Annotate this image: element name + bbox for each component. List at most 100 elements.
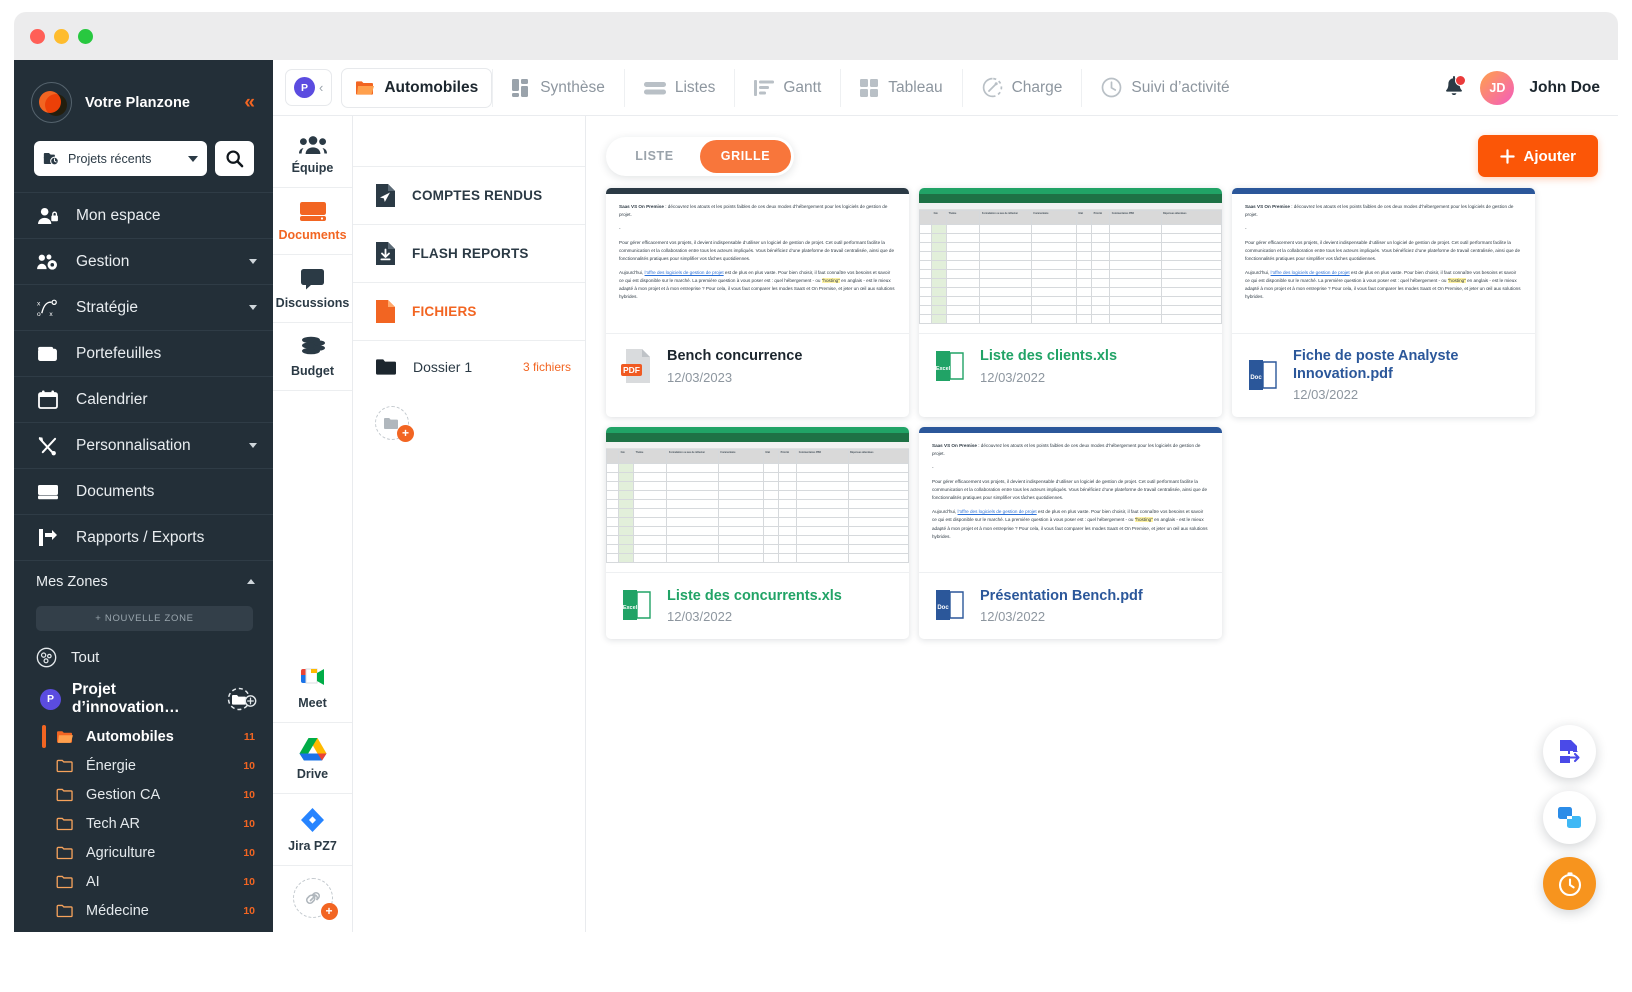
minimize-window-button[interactable] <box>54 28 69 44</box>
preview-dash: - <box>619 226 621 232</box>
new-zone-button[interactable]: + NOUVELLE ZONE <box>36 606 253 631</box>
folder-count: 10 <box>243 846 255 859</box>
folder-count: 10 <box>243 904 255 917</box>
tab-label: Charge <box>1011 78 1063 96</box>
close-window-button[interactable] <box>30 28 45 44</box>
tab-gantt[interactable]: Gantt <box>734 68 840 107</box>
search-button[interactable] <box>215 141 254 176</box>
fab-copy-layers[interactable] <box>1543 791 1596 844</box>
project-selector-chip[interactable]: P ‹ <box>285 69 333 106</box>
recent-projects-select[interactable]: Projets récents <box>34 141 207 176</box>
doc-section-flash-reports[interactable]: FLASH REPORTS <box>353 224 585 282</box>
files-grid: Saas VS On Premise : découvrez les atout… <box>606 188 1598 640</box>
file-card[interactable]: Saas VS On Premise : découvrez les atout… <box>919 427 1222 640</box>
preview-line1-bold: Saas VS On Premise <box>932 443 977 449</box>
rail-item-budget[interactable]: Budget <box>273 323 352 391</box>
rail-app-jira[interactable]: Jira PZ7 <box>273 794 352 866</box>
add-app-button[interactable]: + <box>292 878 338 920</box>
avatar[interactable]: JD <box>1480 70 1515 105</box>
folder-item-tech-ar[interactable]: Tech AR 10 <box>14 809 273 838</box>
zone-item-tout[interactable]: Tout <box>14 639 273 676</box>
file-date: 12/03/2022 <box>667 608 733 624</box>
file-date: 12/03/2022 <box>1293 387 1359 403</box>
sidebar-item-rapports-exports[interactable]: Rapports / Exports <box>14 514 273 560</box>
folder-icon <box>56 904 73 918</box>
mes-zones-header[interactable]: Mes Zones <box>14 560 273 602</box>
clock-icon <box>1102 77 1122 98</box>
add-file-label: Ajouter <box>1523 147 1577 165</box>
sidebar-item-strategie[interactable]: x o x Stratégie <box>14 284 273 330</box>
view-toggle-liste[interactable]: LISTE <box>609 140 700 173</box>
file-meta: Doc Présentation Bench.pdf 12/03/2022 <box>919 573 1222 639</box>
fab-timer[interactable] <box>1543 857 1596 910</box>
doc-folder-dossier-1[interactable]: Dossier 1 3 fichiers <box>353 340 585 392</box>
file-thumbnail: Cat. Thème Formulation ou axe de réflexion… <box>606 433 909 574</box>
sidebar-search-row: Projets récents <box>14 141 273 176</box>
file-info: Liste des concurrents.xls 12/03/2022 <box>667 587 842 624</box>
add-folder-button[interactable]: + <box>375 406 414 442</box>
maximize-window-button[interactable] <box>78 28 93 44</box>
folder-item-automobiles[interactable]: Automobiles 11 <box>14 722 273 751</box>
doc-section-comptes-rendus[interactable]: COMPTES RENDUS <box>353 166 585 224</box>
user-name[interactable]: John Doe <box>1529 79 1600 97</box>
rail-app-meet[interactable]: Meet <box>273 651 352 723</box>
view-toggle-grille[interactable]: GRILLE <box>700 139 791 173</box>
content-row: Équipe Documents Discussions Budget Meet… <box>273 116 1618 932</box>
tab-tableau[interactable]: Tableau <box>840 68 961 107</box>
sidebar-collapse-icon[interactable]: « <box>244 93 257 112</box>
file-info: Liste des clients.xls 12/03/2022 <box>980 347 1117 384</box>
notifications-button[interactable] <box>1443 74 1467 100</box>
sidebar-item-mon-espace[interactable]: Mon espace <box>14 192 273 238</box>
folder-item-gestion-ca[interactable]: Gestion CA 10 <box>14 780 273 809</box>
sidebar-item-portefeuilles[interactable]: Portefeuilles <box>14 330 273 376</box>
zone-project-innovation[interactable]: P Projet d’innovation… <box>14 676 273 722</box>
folder-plus-icon[interactable] <box>225 686 259 712</box>
tab-charge[interactable]: Charge <box>961 68 1082 107</box>
folder-item-construction[interactable]: Construction 10 <box>14 925 273 933</box>
doc-section-fichiers[interactable]: FICHIERS <box>353 282 585 340</box>
recent-projects-value: Projets récents <box>68 151 152 166</box>
file-card[interactable]: Cat. Thème Formulation ou axe de réflexion… <box>919 188 1222 418</box>
file-name: Fiche de poste Analyste Innovation.pdf <box>1293 348 1459 383</box>
folder-item-medecine[interactable]: Médecine 10 <box>14 896 273 925</box>
rail-item-discussions[interactable]: Discussions <box>273 255 352 323</box>
sidebar-item-calendrier[interactable]: Calendrier <box>14 376 273 422</box>
sidebar-item-personnalisation[interactable]: Personnalisation <box>14 422 273 468</box>
tab-listes[interactable]: Listes <box>623 68 735 107</box>
rail-app-drive[interactable]: Drive <box>273 723 352 794</box>
folder-item-agriculture[interactable]: Agriculture 10 <box>14 838 273 867</box>
tab-synthese[interactable]: Synthèse <box>492 68 624 107</box>
folder-item-ai[interactable]: AI 10 <box>14 867 273 896</box>
fab-document-export[interactable] <box>1543 725 1596 778</box>
coins-icon <box>302 336 325 355</box>
preview-para3a: Aujourd’hui, <box>619 270 645 276</box>
folder-icon <box>56 788 73 802</box>
rail-item-documents[interactable]: Documents <box>273 188 352 255</box>
grid-icon <box>860 78 879 97</box>
sheet-grid: Cat. Thème Formulation ou axe de réflexion… <box>919 210 1222 324</box>
folder-item-energie[interactable]: Énergie 10 <box>14 751 273 780</box>
tab-suivi-activite[interactable]: Suivi d’activité <box>1081 68 1248 107</box>
chevron-up-icon <box>247 579 255 584</box>
tools-icon <box>36 436 59 456</box>
search-icon <box>226 150 244 168</box>
project-badge: P <box>40 688 61 710</box>
module-rail: Équipe Documents Discussions Budget Meet… <box>273 116 353 932</box>
file-card[interactable]: Cat. Thème Formulation ou axe de réflexion… <box>606 427 909 640</box>
file-card[interactable]: Saas VS On Premise : découvrez les atout… <box>1232 188 1535 418</box>
sidebar-item-documents[interactable]: Documents <box>14 468 273 514</box>
add-badge: + <box>320 903 338 920</box>
file-card[interactable]: Saas VS On Premise : découvrez les atout… <box>606 188 909 418</box>
tab-automobiles[interactable]: Automobiles <box>341 67 493 108</box>
file-name: Liste des clients.xls <box>980 348 1118 365</box>
tab-label: Listes <box>674 78 716 96</box>
documents-icon <box>36 484 59 500</box>
rail-item-equipe[interactable]: Équipe <box>273 122 352 188</box>
sidebar-item-gestion[interactable]: Gestion <box>14 238 273 284</box>
rail-spacer <box>273 391 352 651</box>
add-file-button[interactable]: Ajouter <box>1477 135 1598 177</box>
preview-dash: - <box>1245 226 1247 232</box>
svg-text:Doc: Doc <box>1250 375 1262 381</box>
documents-icon <box>299 202 326 221</box>
briefcase-icon <box>36 345 59 362</box>
